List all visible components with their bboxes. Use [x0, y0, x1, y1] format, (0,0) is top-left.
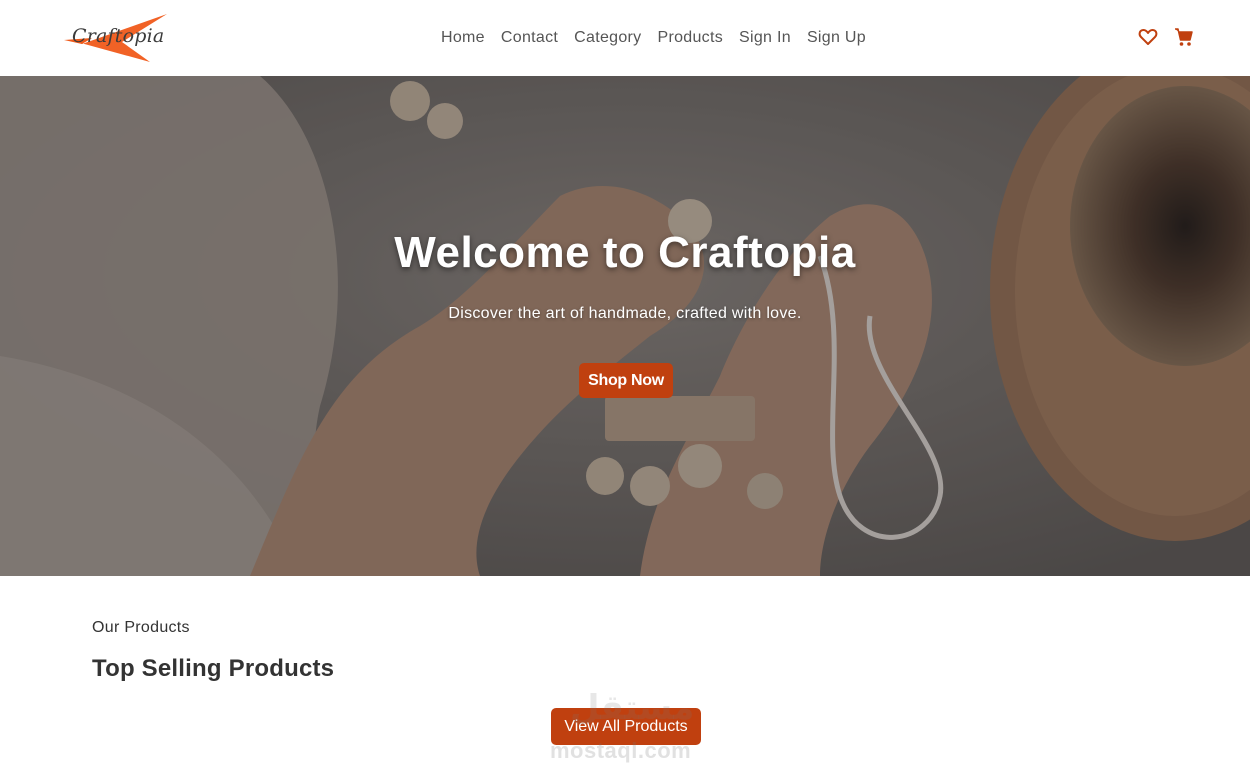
shop-now-button[interactable]: Shop Now [579, 363, 673, 398]
nav-category[interactable]: Category [566, 27, 649, 49]
nav-home[interactable]: Home [433, 27, 493, 49]
nav-sign-in[interactable]: Sign In [731, 27, 799, 49]
nav-products[interactable]: Products [649, 27, 731, 49]
nav-sign-up[interactable]: Sign Up [799, 27, 874, 49]
cart-icon[interactable] [1174, 26, 1194, 48]
hero-overlay [0, 76, 1250, 576]
heart-icon[interactable] [1138, 26, 1158, 48]
main-nav: Home Contact Category Products Sign In S… [433, 27, 874, 49]
section-eyebrow: Our Products [92, 619, 190, 636]
logo-text: Craftopia [72, 25, 165, 47]
hero-title: Welcome to Craftopia [394, 228, 856, 277]
nav-contact[interactable]: Contact [493, 27, 566, 49]
section-title: Top Selling Products [92, 655, 335, 682]
hero-banner: Welcome to Craftopia Discover the art of… [0, 76, 1250, 576]
brand-logo[interactable]: Craftopia [62, 14, 172, 64]
navbar: Craftopia Home Contact Category Products… [0, 0, 1250, 76]
hero-subtitle: Discover the art of handmade, crafted wi… [448, 305, 802, 322]
view-all-products-button[interactable]: View All Products [551, 708, 701, 745]
nav-icons [1138, 26, 1194, 48]
